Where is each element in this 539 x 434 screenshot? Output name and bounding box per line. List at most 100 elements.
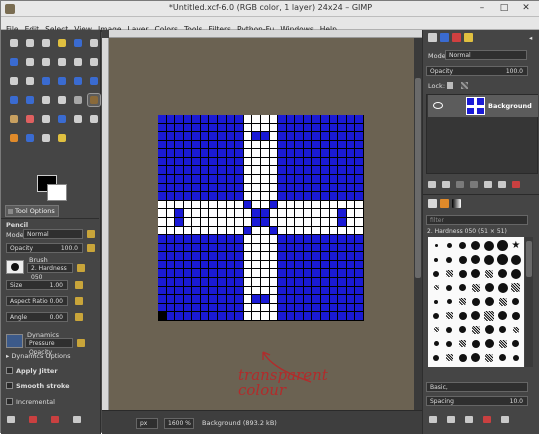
pixel-cell[interactable] bbox=[303, 200, 313, 210]
pixel-cell[interactable] bbox=[321, 286, 330, 296]
size-reset-icon[interactable] bbox=[75, 281, 83, 289]
pixel-cell[interactable] bbox=[329, 217, 339, 227]
pixel-cell[interactable] bbox=[175, 226, 184, 236]
pixel-cell[interactable] bbox=[286, 217, 296, 227]
pixel-cell[interactable] bbox=[303, 243, 313, 253]
pixel-cell[interactable] bbox=[286, 295, 296, 304]
pixel-cell[interactable] bbox=[346, 312, 356, 321]
minimize-button[interactable]: – bbox=[471, 1, 493, 16]
pixel-cell[interactable] bbox=[260, 175, 270, 184]
lock-alpha-icon[interactable] bbox=[461, 82, 468, 89]
pixel-cell[interactable] bbox=[286, 200, 296, 210]
pixel-cell[interactable] bbox=[312, 269, 322, 279]
pixel-cell[interactable] bbox=[200, 312, 210, 321]
smooth-stroke-checkbox[interactable] bbox=[6, 382, 13, 389]
pixel-cell[interactable] bbox=[200, 157, 210, 167]
pixel-cell[interactable] bbox=[218, 278, 227, 287]
pixel-cell[interactable] bbox=[235, 260, 244, 270]
pixel-cell[interactable] bbox=[235, 209, 244, 218]
pixel-cell[interactable] bbox=[346, 200, 356, 210]
pixel-cell[interactable] bbox=[218, 286, 227, 296]
pixel-cell[interactable] bbox=[158, 140, 167, 150]
opacity-slider[interactable]: Opacity 100.0 bbox=[6, 243, 83, 253]
pixel-cell[interactable] bbox=[329, 140, 339, 150]
paintbrush-tool-icon[interactable] bbox=[8, 113, 20, 125]
pixel-cell[interactable] bbox=[183, 312, 193, 321]
pixel-cell[interactable] bbox=[235, 115, 244, 124]
pixel-cell[interactable] bbox=[338, 140, 347, 150]
pixel-cell[interactable] bbox=[200, 209, 210, 218]
pixel-cell[interactable] bbox=[295, 157, 304, 167]
pixel-cell[interactable] bbox=[329, 243, 339, 253]
pixel-cell[interactable] bbox=[192, 175, 201, 184]
pixel-cell[interactable] bbox=[226, 243, 236, 253]
brush-thumbnail[interactable] bbox=[485, 353, 494, 362]
pixel-cell[interactable] bbox=[303, 217, 313, 227]
pixel-cell[interactable] bbox=[200, 175, 210, 184]
pixel-cell[interactable] bbox=[295, 115, 304, 124]
pixel-cell[interactable] bbox=[183, 132, 193, 141]
pixel-cell[interactable] bbox=[209, 295, 219, 304]
pixel-cell[interactable] bbox=[278, 269, 287, 279]
brush-preview[interactable] bbox=[6, 260, 24, 274]
pixel-cell[interactable] bbox=[286, 183, 296, 193]
pixel-cell[interactable] bbox=[252, 235, 261, 244]
pixel-cell[interactable] bbox=[321, 175, 330, 184]
pixel-cell[interactable] bbox=[158, 295, 167, 304]
pixel-cell[interactable] bbox=[329, 157, 339, 167]
pixel-cell[interactable] bbox=[303, 260, 313, 270]
pixel-cell[interactable] bbox=[166, 192, 176, 201]
pixel-cell[interactable] bbox=[200, 149, 210, 158]
pixel-cell[interactable] bbox=[278, 303, 287, 313]
pixel-cell[interactable] bbox=[338, 312, 347, 321]
pixel-cell[interactable] bbox=[183, 115, 193, 124]
pixel-cell[interactable] bbox=[209, 312, 219, 321]
pixel-cell[interactable] bbox=[235, 175, 244, 184]
pixel-cell[interactable] bbox=[321, 278, 330, 287]
pixel-cell[interactable] bbox=[158, 235, 167, 244]
pixel-cell[interactable] bbox=[175, 235, 184, 244]
pixel-cell[interactable] bbox=[346, 217, 356, 227]
pixel-cell[interactable] bbox=[269, 235, 279, 244]
pixel-cell[interactable] bbox=[295, 183, 304, 193]
pixel-cell[interactable] bbox=[269, 243, 279, 253]
pixel-cell[interactable] bbox=[260, 312, 270, 321]
ink-tool-icon[interactable] bbox=[56, 113, 68, 125]
pixel-cell[interactable] bbox=[355, 226, 364, 236]
pixel-cell[interactable] bbox=[218, 149, 227, 158]
pixel-cell[interactable] bbox=[278, 149, 287, 158]
brush-thumbnail[interactable] bbox=[471, 241, 481, 250]
pixel-cell[interactable] bbox=[286, 235, 296, 244]
pixel-cell[interactable] bbox=[175, 200, 184, 210]
pixel-cell[interactable] bbox=[355, 183, 364, 193]
pixel-cell[interactable] bbox=[226, 295, 236, 304]
brush-thumbnail[interactable] bbox=[446, 340, 453, 347]
flip-tool-icon[interactable] bbox=[8, 94, 20, 106]
pixel-cell[interactable] bbox=[329, 175, 339, 184]
pixel-cell[interactable] bbox=[312, 140, 322, 150]
pixel-cell[interactable] bbox=[329, 286, 339, 296]
pixel-cell[interactable] bbox=[338, 243, 347, 253]
pixel-cell[interactable] bbox=[226, 209, 236, 218]
opacity-reset-icon[interactable] bbox=[87, 244, 95, 252]
pixel-cell[interactable] bbox=[286, 132, 296, 141]
pixel-cell[interactable] bbox=[200, 278, 210, 287]
pixel-cell[interactable] bbox=[312, 226, 322, 236]
pixel-cell[interactable] bbox=[252, 149, 261, 158]
pixel-cell[interactable] bbox=[166, 217, 176, 227]
pixel-cell[interactable] bbox=[226, 192, 236, 201]
pixel-cell[interactable] bbox=[200, 226, 210, 236]
pixel-cell[interactable] bbox=[166, 312, 176, 321]
pixel-cell[interactable] bbox=[312, 260, 322, 270]
pixel-cell[interactable] bbox=[269, 123, 279, 133]
pixel-cell[interactable] bbox=[278, 209, 287, 218]
restore-tool-preset-icon[interactable] bbox=[29, 416, 37, 423]
pixel-cell[interactable] bbox=[183, 217, 193, 227]
pixel-cell[interactable] bbox=[218, 183, 227, 193]
pixel-cell[interactable] bbox=[243, 115, 253, 124]
eye-icon[interactable] bbox=[433, 102, 443, 109]
pixel-cell[interactable] bbox=[192, 166, 201, 176]
pixel-cell[interactable] bbox=[278, 312, 287, 321]
pixel-cell[interactable] bbox=[269, 157, 279, 167]
pixel-cell[interactable] bbox=[295, 149, 304, 158]
